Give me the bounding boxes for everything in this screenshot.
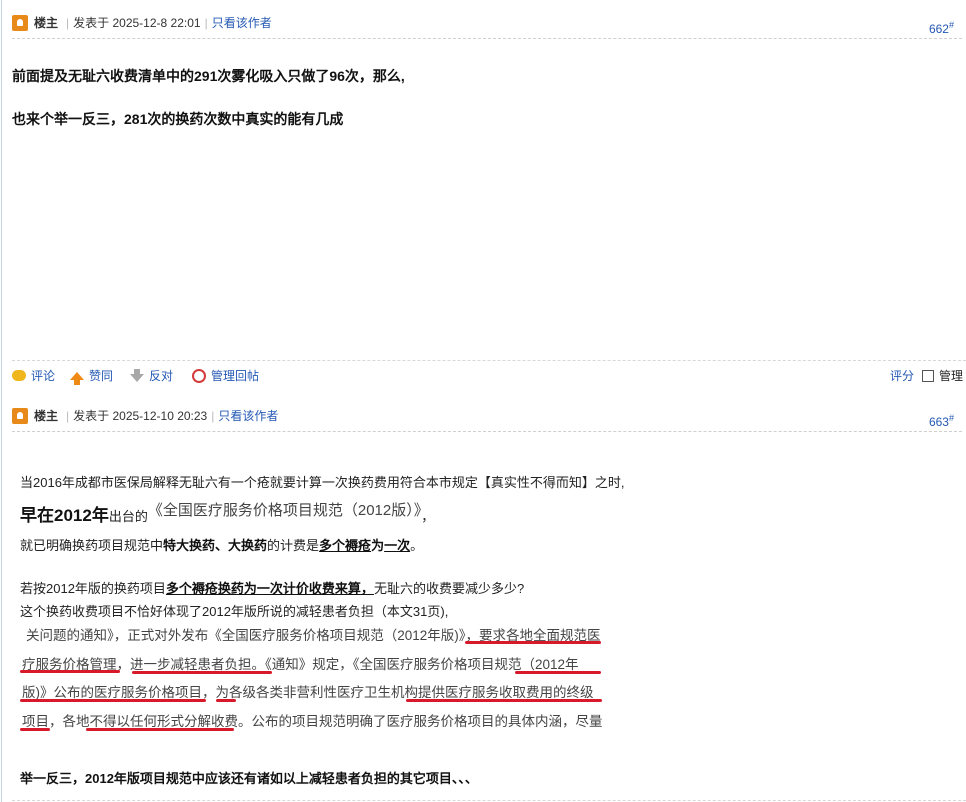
image-line: 关问题的通知》，正式对外发布《全国医疗服务价格项目规范（2012年版)》，要求各… — [26, 628, 601, 643]
image-line: 疗服务价格管理，进一步减轻患者负担。《通知》规定，《全国医疗服务价格项目规范（2… — [22, 657, 579, 672]
posted-label: 发表于 — [73, 16, 110, 30]
post-line-1: 前面提及无耻六收费清单中的291次雾化吸入只做了96次，那么, — [12, 68, 405, 84]
para4-c: 无耻六的收费要减少多少? — [373, 581, 525, 596]
para3-f: 一次 — [384, 538, 411, 553]
post-date: 2025-12-8 22:01 — [112, 16, 201, 30]
separator: | — [204, 16, 208, 30]
post-date: 2025-12-10 20:23 — [112, 409, 208, 423]
only-author-link[interactable]: 只看该作者 — [218, 409, 278, 423]
paragraph-4: 若按2012年版的换药项目多个褥疮换药为一次计价收费来算，无耻六的收费要减少多少… — [20, 578, 524, 597]
red-underline — [20, 699, 206, 702]
posted-label: 发表于 — [73, 409, 110, 423]
image-line: 版)》公布的医疗服务价格项目，为各级各类非营利性医疗卫生机构提供医疗服务收取费用… — [22, 685, 594, 700]
agree-button[interactable]: 赞同 — [70, 367, 114, 385]
oppose-button[interactable]: 反对 — [130, 367, 173, 384]
floor-number[interactable]: 663# — [929, 403, 954, 437]
only-author-link[interactable]: 只看该作者 — [212, 16, 272, 30]
post-actions: 评论 赞同 反对 管理回帖 评分 管理 — [12, 360, 966, 387]
gear-icon — [192, 368, 206, 383]
paragraph-1: 当2016年成都市医保局解释无耻六有一个疮就要计算一次换药费用符合本市规定【真实… — [20, 475, 625, 490]
paragraph-3: 就已明确换药项目规范中特大换药、大换药的计费是多个褥疮为一次。 — [20, 535, 423, 554]
red-underline — [20, 728, 50, 731]
comment-icon — [12, 370, 26, 381]
user-avatar-icon — [12, 408, 28, 424]
para2-title: 《全国医疗服务价格项目规范（2012版）》 — [147, 502, 422, 519]
floor-mark: # — [948, 413, 954, 423]
red-underline — [406, 699, 602, 702]
thumbs-down-icon — [130, 369, 144, 382]
post-meta: | 发表于 2025-12-10 20:23 | 只看该作者 — [62, 401, 278, 431]
para3-e: 为 — [371, 538, 385, 553]
separator: | — [66, 16, 70, 30]
floor-value: 662 — [928, 22, 949, 36]
red-underline — [465, 641, 601, 644]
floor-mark: # — [948, 20, 954, 30]
admin-toggle[interactable]: 管理 — [922, 367, 963, 384]
separator: | — [66, 409, 70, 423]
red-underline — [515, 671, 601, 674]
para3-g: 。 — [410, 538, 424, 553]
floor-number[interactable]: 662# — [929, 10, 954, 44]
para3-d: 多个褥疮 — [319, 538, 372, 553]
post-header: 楼主 | 发表于 2025-12-10 20:23 | 只看该作者 663# — [12, 401, 962, 432]
red-underline — [132, 671, 272, 674]
floor-value: 663 — [928, 415, 949, 429]
para3-c: 的计费是 — [267, 538, 320, 553]
para2-lead: 早在2012年 — [20, 506, 109, 525]
manage-reply-button[interactable]: 管理回帖 — [192, 367, 259, 384]
admin-checkbox[interactable] — [922, 369, 934, 382]
manage-reply-label: 管理回帖 — [211, 369, 260, 383]
post-header: 楼主 | 发表于 2025-12-8 22:01 | 只看该作者 662# — [12, 8, 962, 39]
red-underline — [86, 728, 234, 731]
red-underline — [216, 699, 236, 702]
quoted-image: 关问题的通知》，正式对外发布《全国医疗服务价格项目规范（2012年版)》，要求各… — [20, 621, 603, 741]
post-content-footer: 举一反三，2012年版项目规范中应该还有诸如以上减轻患者负担的其它项目、、、 — [20, 768, 954, 787]
para4-b: 多个褥疮换药为一次计价收费来算， — [165, 581, 374, 596]
oppose-label: 反对 — [149, 369, 174, 383]
comment-label: 评论 — [31, 369, 56, 383]
thumbs-up-icon — [70, 371, 84, 385]
post-line-2: 也来个举一反三，281次的换药次数中真实的能有几成 — [12, 111, 344, 127]
rate-button[interactable]: 评分 — [890, 367, 914, 384]
separator: | — [211, 409, 215, 423]
para2-end: ， — [421, 509, 435, 524]
para4-a: 若按2012年版的换药项目 — [20, 581, 166, 596]
comment-button[interactable]: 评论 — [12, 367, 55, 384]
author-name[interactable]: 楼主 — [34, 8, 58, 38]
post-meta: | 发表于 2025-12-8 22:01 | 只看该作者 — [62, 8, 272, 38]
image-line: 项目，各地不得以任何形式分解收费。公布的项目规范明确了医疗服务价格项目的具体内涵… — [22, 714, 603, 729]
post-divider — [12, 800, 966, 801]
paragraph-6: 举一反三，2012年版项目规范中应该还有诸如以上减轻患者负担的其它项目、、、 — [20, 771, 478, 786]
admin-label: 管理 — [939, 369, 964, 383]
post-663: 楼主 | 发表于 2025-12-10 20:23 | 只看该作者 663# 当201… — [0, 395, 966, 802]
para3-a: 就已明确换药项目规范中 — [20, 538, 164, 553]
rate-label: 评分 — [890, 369, 915, 383]
para2-mid: 出台的 — [108, 509, 148, 524]
agree-label: 赞同 — [89, 369, 114, 383]
paragraph-2: 早在2012年出台的《全国医疗服务价格项目规范（2012版）》， — [20, 501, 434, 526]
author-name[interactable]: 楼主 — [34, 401, 58, 431]
post-662: 楼主 | 发表于 2025-12-8 22:01 | 只看该作者 662# 前面提及无… — [0, 0, 966, 395]
paragraph-5: 这个换药收费项目不恰好体现了2012年版所说的减轻患者负担（本文31页), — [20, 604, 449, 619]
user-avatar-icon — [12, 15, 28, 31]
red-underline — [20, 670, 120, 673]
para3-b: 特大换药、大换药 — [163, 538, 268, 553]
